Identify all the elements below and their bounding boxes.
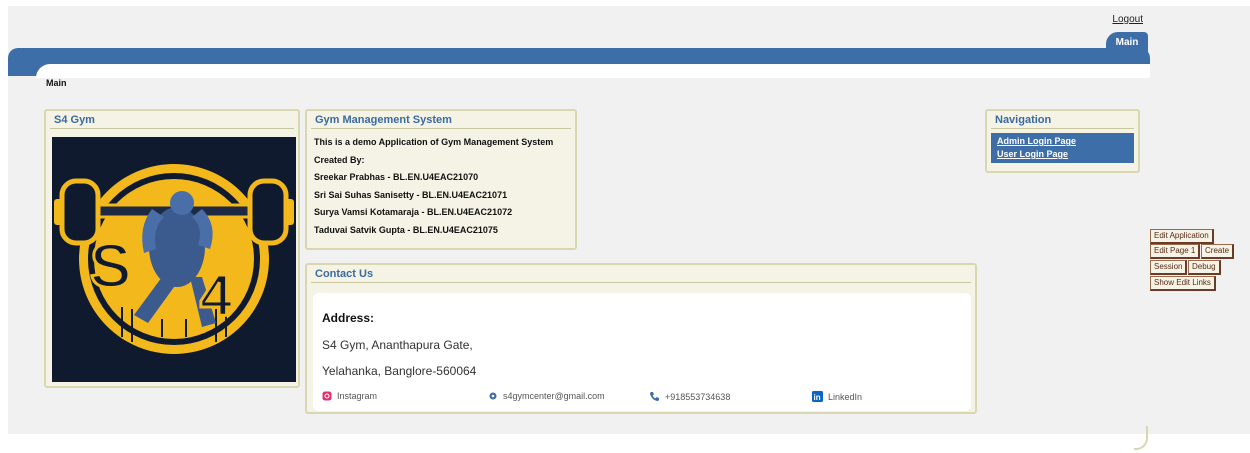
linkedin-link[interactable]: in LinkedIn — [812, 391, 862, 402]
linkedin-icon: in — [812, 391, 823, 402]
nav-user-login[interactable]: User Login Page — [997, 148, 1128, 161]
gym-logo-image: S 4 — [52, 137, 296, 382]
author-line: Taduvai Satvik Gupta - BL.EN.U4EAC21075 — [314, 224, 498, 235]
logo-s-letter: S — [90, 232, 131, 301]
create-button[interactable]: Create — [1201, 244, 1235, 259]
contact-us-title: Contact Us — [311, 265, 971, 283]
gym-description: This is a demo Application of Gym Manage… — [307, 129, 575, 240]
phone-link[interactable]: +918553734638 — [649, 391, 730, 402]
linkedin-label: LinkedIn — [828, 391, 863, 402]
address-heading: Address: — [322, 311, 375, 325]
nav-admin-login[interactable]: Admin Login Page — [997, 135, 1128, 148]
svg-text:in: in — [814, 393, 821, 402]
s4-gym-region: S4 Gym S 4 — [44, 109, 300, 388]
created-by-label: Created By: — [314, 154, 365, 165]
email-link[interactable]: s4gymcenter@gmail.com — [488, 391, 605, 401]
description-line: This is a demo Application of Gym Manage… — [314, 137, 554, 147]
edit-page-button[interactable]: Edit Page 1 — [1150, 244, 1201, 259]
contact-links: Instagram s4gymcenter@gmail.com +9185537… — [313, 391, 971, 405]
navigation-list: Admin Login Page User Login Page — [991, 133, 1134, 163]
s4-gym-title: S4 Gym — [50, 111, 294, 129]
gym-management-region: Gym Management System This is a demo App… — [305, 109, 577, 250]
address-line-2: Yelahanka, Banglore-560064 — [322, 364, 477, 378]
phone-icon — [650, 392, 659, 401]
navigation-title: Navigation — [991, 111, 1134, 129]
instagram-link[interactable]: Instagram — [322, 391, 377, 401]
navigation-region: Navigation Admin Login Page User Login P… — [985, 109, 1140, 173]
debug-button[interactable]: Debug — [1188, 260, 1221, 275]
instagram-label: Instagram — [337, 391, 378, 401]
email-label: s4gymcenter@gmail.com — [503, 391, 605, 401]
header-bar-inner — [36, 64, 1150, 78]
author-line: Sri Sai Suhas Sanisetty - BL.EN.U4EAC210… — [314, 189, 508, 200]
logout-link[interactable]: Logout — [1112, 14, 1143, 25]
edit-application-button[interactable]: Edit Application — [1150, 229, 1214, 244]
logo-4-digit: 4 — [200, 263, 232, 328]
gym-management-title: Gym Management System — [311, 111, 571, 129]
instagram-icon — [322, 391, 332, 401]
phone-label: +918553734638 — [665, 391, 731, 402]
page-background: Logout Main Main S4 Gym S 4 Gym Manageme… — [8, 6, 1250, 450]
location-icon — [489, 392, 497, 400]
page-corner-curve — [1134, 426, 1148, 450]
author-line: Sreekar Prabhas - BL.EN.U4EAC21070 — [314, 172, 479, 182]
contact-us-region: Contact Us Address: S4 Gym, Ananthapura … — [305, 263, 977, 414]
session-button[interactable]: Session — [1150, 260, 1188, 275]
gym-logo-graphic: S 4 — [54, 164, 294, 354]
contact-card: Address: S4 Gym, Ananthapura Gate, Yelah… — [313, 293, 971, 411]
breadcrumb: Main — [46, 78, 67, 88]
show-edit-links-button[interactable]: Show Edit Links — [1150, 276, 1216, 291]
address-line-1: S4 Gym, Ananthapura Gate, — [322, 338, 473, 352]
author-line: Surya Vamsi Kotamaraja - BL.EN.U4EAC2107… — [314, 207, 513, 217]
